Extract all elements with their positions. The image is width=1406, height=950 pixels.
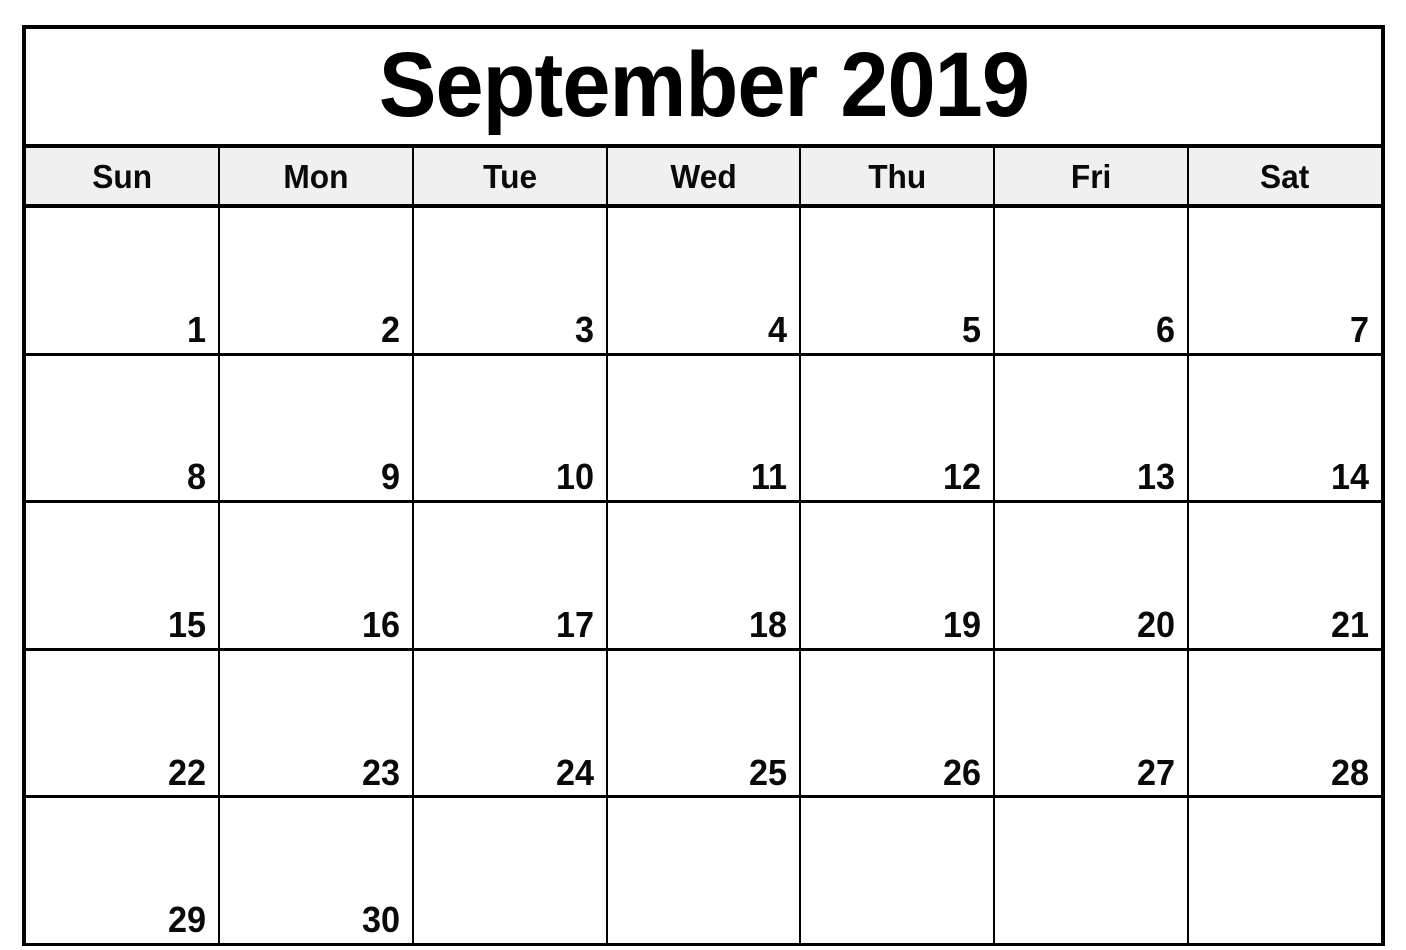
day-number: 27 xyxy=(1137,751,1176,793)
day-number: 5 xyxy=(962,308,982,350)
weekday-header-label: Fri xyxy=(1070,157,1112,195)
weekday-header-label: Mon xyxy=(283,157,349,195)
day-number: 30 xyxy=(361,899,400,941)
day-number: 23 xyxy=(361,751,400,793)
weekday-header-sat: Sat xyxy=(1189,148,1382,204)
day-cell[interactable]: 5 xyxy=(801,208,996,353)
day-cell[interactable]: 27 xyxy=(995,650,1190,796)
day-number: 2 xyxy=(380,308,400,350)
day-cell[interactable]: 11 xyxy=(607,355,802,501)
day-cell[interactable]: 21 xyxy=(1189,503,1382,648)
calendar-title-bar: September 2019 xyxy=(26,29,1381,148)
calendar-week-row: 1 2 3 4 5 6 7 xyxy=(26,208,1382,356)
day-number: 7 xyxy=(1349,308,1370,350)
day-cell[interactable] xyxy=(413,798,608,943)
day-cell[interactable]: 6 xyxy=(995,208,1190,353)
day-cell[interactable] xyxy=(801,798,996,943)
day-cell[interactable]: 15 xyxy=(26,503,220,648)
day-cell[interactable]: 14 xyxy=(1189,355,1382,501)
day-cell[interactable] xyxy=(995,798,1190,943)
day-cell[interactable]: 1 xyxy=(26,208,220,353)
day-number: 22 xyxy=(167,751,206,793)
calendar-week-row: 15 16 17 18 19 20 21 xyxy=(26,503,1382,651)
day-cell[interactable]: 18 xyxy=(607,503,802,648)
day-number: 6 xyxy=(1156,308,1176,350)
calendar-grid: 1 2 3 4 5 6 7 8 9 10 11 12 13 14 15 16 1… xyxy=(26,208,1382,943)
day-number: 9 xyxy=(380,456,400,498)
day-number: 3 xyxy=(574,308,594,350)
day-number: 29 xyxy=(167,899,206,941)
day-number: 28 xyxy=(1330,751,1370,793)
day-cell[interactable] xyxy=(607,798,802,943)
weekday-header-label: Sun xyxy=(92,157,152,195)
day-number: 4 xyxy=(768,308,788,350)
day-number: 16 xyxy=(361,603,400,645)
weekday-header-row: Sun Mon Tue Wed Thu Fri Sat xyxy=(26,148,1382,208)
day-cell[interactable]: 10 xyxy=(413,355,608,501)
day-number: 11 xyxy=(751,456,788,498)
day-cell[interactable]: 29 xyxy=(26,798,220,943)
day-cell[interactable]: 12 xyxy=(801,355,996,501)
day-cell[interactable]: 23 xyxy=(219,650,414,796)
calendar: September 2019 Sun Mon Tue Wed Thu Fri S… xyxy=(22,25,1385,946)
day-number: 10 xyxy=(555,456,594,498)
day-number: 15 xyxy=(167,603,206,645)
weekday-header-mon: Mon xyxy=(219,148,414,204)
day-cell[interactable]: 24 xyxy=(413,650,608,796)
day-cell[interactable]: 2 xyxy=(219,208,414,353)
weekday-header-label: Wed xyxy=(670,157,737,195)
day-number: 12 xyxy=(943,456,982,498)
weekday-header-wed: Wed xyxy=(607,148,802,204)
day-number: 18 xyxy=(749,603,788,645)
calendar-week-row: 29 30 xyxy=(26,798,1382,943)
day-cell[interactable]: 4 xyxy=(607,208,802,353)
weekday-header-label: Thu xyxy=(868,157,927,195)
day-cell[interactable]: 3 xyxy=(413,208,608,353)
day-cell[interactable]: 26 xyxy=(801,650,996,796)
day-cell[interactable]: 20 xyxy=(995,503,1190,648)
weekday-header-thu: Thu xyxy=(801,148,996,204)
day-cell[interactable]: 9 xyxy=(219,355,414,501)
day-cell[interactable]: 22 xyxy=(26,650,220,796)
day-number: 24 xyxy=(555,751,594,793)
page-title: September 2019 xyxy=(378,33,1029,136)
weekday-header-fri: Fri xyxy=(995,148,1190,204)
calendar-week-row: 22 23 24 25 26 27 28 xyxy=(26,650,1382,799)
day-number: 13 xyxy=(1137,456,1176,498)
day-cell[interactable]: 28 xyxy=(1189,650,1382,796)
calendar-week-row: 8 9 10 11 12 13 14 xyxy=(26,355,1382,504)
weekday-header-tue: Tue xyxy=(413,148,608,204)
day-cell[interactable]: 19 xyxy=(801,503,996,648)
day-cell[interactable]: 17 xyxy=(413,503,608,648)
day-number: 14 xyxy=(1330,456,1370,498)
day-number: 21 xyxy=(1330,603,1370,645)
day-cell[interactable]: 8 xyxy=(26,355,220,501)
day-number: 19 xyxy=(943,603,982,645)
day-number: 25 xyxy=(749,751,788,793)
day-cell[interactable]: 30 xyxy=(219,798,414,943)
weekday-header-label: Tue xyxy=(482,157,537,195)
day-cell[interactable]: 7 xyxy=(1189,208,1382,353)
weekday-header-sun: Sun xyxy=(26,148,220,204)
day-number: 8 xyxy=(186,456,206,498)
day-cell[interactable] xyxy=(1189,798,1382,943)
day-number: 26 xyxy=(943,751,982,793)
day-cell[interactable]: 25 xyxy=(607,650,802,796)
day-cell[interactable]: 16 xyxy=(219,503,414,648)
day-cell[interactable]: 13 xyxy=(995,355,1190,501)
day-number: 1 xyxy=(186,308,206,350)
weekday-header-label: Sat xyxy=(1260,157,1310,195)
day-number: 17 xyxy=(555,603,594,645)
day-number: 20 xyxy=(1137,603,1176,645)
